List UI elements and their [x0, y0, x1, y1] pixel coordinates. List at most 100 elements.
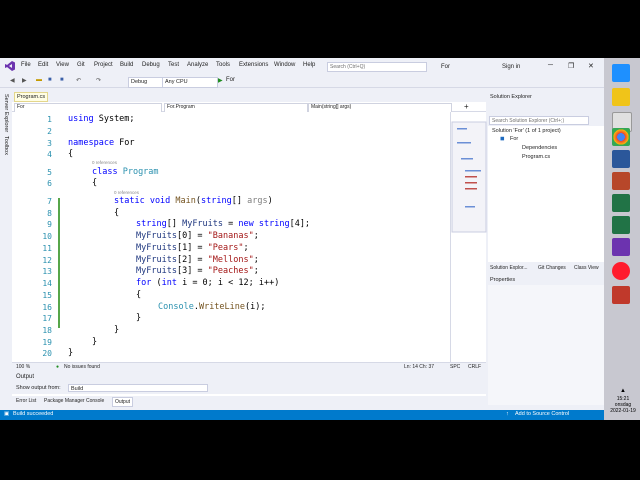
- powerpoint-icon[interactable]: [612, 172, 630, 190]
- platform-dropdown[interactable]: Any CPU: [162, 77, 218, 88]
- left-sidebar: Server Explorer Toolbox: [0, 90, 12, 410]
- menu-edit[interactable]: Edit: [38, 62, 48, 68]
- configuration-dropdown[interactable]: Debug: [128, 77, 164, 88]
- code-line-18: }: [114, 325, 120, 335]
- clock-date: 2022-01-19: [610, 408, 636, 414]
- start-icon[interactable]: ▶: [218, 77, 223, 86]
- code-line-5: class Program: [92, 167, 159, 177]
- sheets-icon[interactable]: [612, 216, 630, 234]
- variable: MyFruits: [136, 231, 177, 241]
- tab-error-list[interactable]: Error List: [14, 397, 38, 405]
- source-control-icon: ↑: [506, 411, 509, 417]
- minimize-icon[interactable]: ─: [548, 62, 553, 69]
- server-explorer-tab[interactable]: Server Explorer: [3, 94, 9, 132]
- tab-output[interactable]: Output: [112, 397, 134, 407]
- method-name: WriteLine: [198, 302, 246, 312]
- tree-item-dependencies[interactable]: Dependencies: [522, 145, 557, 151]
- parameter: args: [247, 196, 268, 206]
- menu-test[interactable]: Test: [168, 62, 179, 68]
- tab-solution-explorer[interactable]: Solution Explor...: [490, 265, 528, 271]
- line-number: 10: [42, 232, 52, 241]
- toolbar: [0, 74, 604, 88]
- chrome-icon[interactable]: [612, 128, 630, 146]
- split-editor-icon[interactable]: +: [464, 102, 469, 111]
- indent-mode[interactable]: SPC: [450, 364, 460, 370]
- menu-view[interactable]: View: [56, 62, 69, 68]
- zoom-level[interactable]: 100 %: [16, 364, 30, 370]
- back-icon[interactable]: ◀: [10, 77, 15, 86]
- code-line-20: }: [68, 348, 74, 358]
- solution-search-input[interactable]: Search Solution Explorer (Ctrl+;): [489, 116, 589, 125]
- tab-program-cs[interactable]: Program.cs ✕: [14, 92, 48, 108]
- keyword: for: [136, 278, 152, 288]
- tab-package-manager-console[interactable]: Package Manager Console: [42, 397, 106, 405]
- code-line-14: for (int i = 0; i < 12; i++): [136, 278, 279, 288]
- clock-arrow-icon[interactable]: ▲: [606, 388, 640, 394]
- forward-icon[interactable]: ▶: [22, 77, 27, 86]
- code-text: [3] =: [176, 266, 208, 276]
- keyword: int: [161, 278, 177, 288]
- code-minimap[interactable]: [450, 112, 487, 362]
- properties-header: Properties: [488, 276, 604, 285]
- menu-debug[interactable]: Debug: [142, 62, 160, 68]
- menu-extensions[interactable]: Extensions: [239, 62, 268, 68]
- method-name: Main: [170, 196, 196, 206]
- build-status-icon: ▣: [4, 411, 10, 417]
- tree-item-solution[interactable]: Solution 'For' (1 of 1 project): [492, 128, 561, 134]
- sign-in-link[interactable]: Sign in: [502, 64, 520, 70]
- code-text: [0] =: [176, 231, 208, 241]
- menu-tools[interactable]: Tools: [216, 62, 230, 68]
- search-input[interactable]: Search (Ctrl+Q): [327, 62, 427, 72]
- code-line-6: {: [92, 178, 98, 188]
- type-name: Console: [158, 302, 194, 312]
- menu-window[interactable]: Window: [274, 62, 295, 68]
- toolbox-tab[interactable]: Toolbox: [3, 136, 9, 155]
- menu-analyze[interactable]: Analyze: [187, 62, 208, 68]
- tab-class-view[interactable]: Class View: [574, 265, 599, 271]
- line-number: 14: [42, 279, 52, 288]
- output-source-dropdown[interactable]: Build: [68, 384, 208, 392]
- undo-icon[interactable]: ↶: [76, 77, 81, 86]
- excel-icon[interactable]: [612, 194, 630, 212]
- folder-icon[interactable]: ▬: [36, 77, 42, 86]
- menu-help[interactable]: Help: [303, 62, 315, 68]
- tab-git-changes[interactable]: Git Changes: [538, 265, 566, 271]
- redo-icon[interactable]: ↷: [96, 77, 101, 86]
- app-icon[interactable]: [612, 286, 630, 304]
- code-text: []: [231, 196, 248, 206]
- code-line-8: {: [114, 208, 120, 218]
- code-line-3: namespace For: [68, 138, 135, 148]
- maximize-icon[interactable]: ❐: [568, 62, 574, 70]
- line-number: 11: [42, 244, 52, 253]
- word-icon[interactable]: [612, 150, 630, 168]
- add-to-source-control[interactable]: Add to Source Control: [515, 411, 569, 417]
- code-line-16: Console.WriteLine(i);: [158, 302, 266, 312]
- opera-icon[interactable]: [612, 262, 630, 280]
- keyword: string: [136, 219, 167, 229]
- start-target-button[interactable]: For: [226, 77, 235, 86]
- issues-status[interactable]: No issues found: [64, 364, 100, 370]
- code-line-12: MyFruits[2] = "Mellons";: [136, 255, 259, 265]
- edge-icon[interactable]: [612, 64, 630, 82]
- menu-git[interactable]: Git: [77, 62, 85, 68]
- code-line-9: string[] MyFruits = new string[4];: [136, 219, 310, 229]
- cursor-position: Ln: 14 Ch: 37: [404, 364, 435, 370]
- solution-explorer-header: Solution Explorer: [488, 93, 604, 102]
- tree-item-program-cs[interactable]: Program.cs: [522, 154, 550, 160]
- line-number: 3: [47, 139, 52, 148]
- menu-project[interactable]: Project: [94, 62, 113, 68]
- menu-build[interactable]: Build: [120, 62, 133, 68]
- output-toolbar: Show output from: Build: [12, 383, 486, 393]
- menu-file[interactable]: File: [21, 62, 31, 68]
- save-all-icon[interactable]: ■: [60, 77, 64, 86]
- codelens-references[interactable]: 0 references: [92, 160, 117, 165]
- save-icon[interactable]: ■: [48, 77, 52, 86]
- codelens-references[interactable]: 0 references: [114, 190, 139, 195]
- line-endings[interactable]: CRLF: [468, 364, 481, 370]
- close-icon[interactable]: ✕: [588, 62, 594, 70]
- visual-studio-logo-icon: [5, 61, 15, 71]
- line-number: 17: [42, 314, 52, 323]
- tree-item-project[interactable]: For: [510, 136, 518, 142]
- file-explorer-icon[interactable]: [612, 88, 630, 106]
- visual-studio-taskbar-icon[interactable]: [612, 238, 630, 256]
